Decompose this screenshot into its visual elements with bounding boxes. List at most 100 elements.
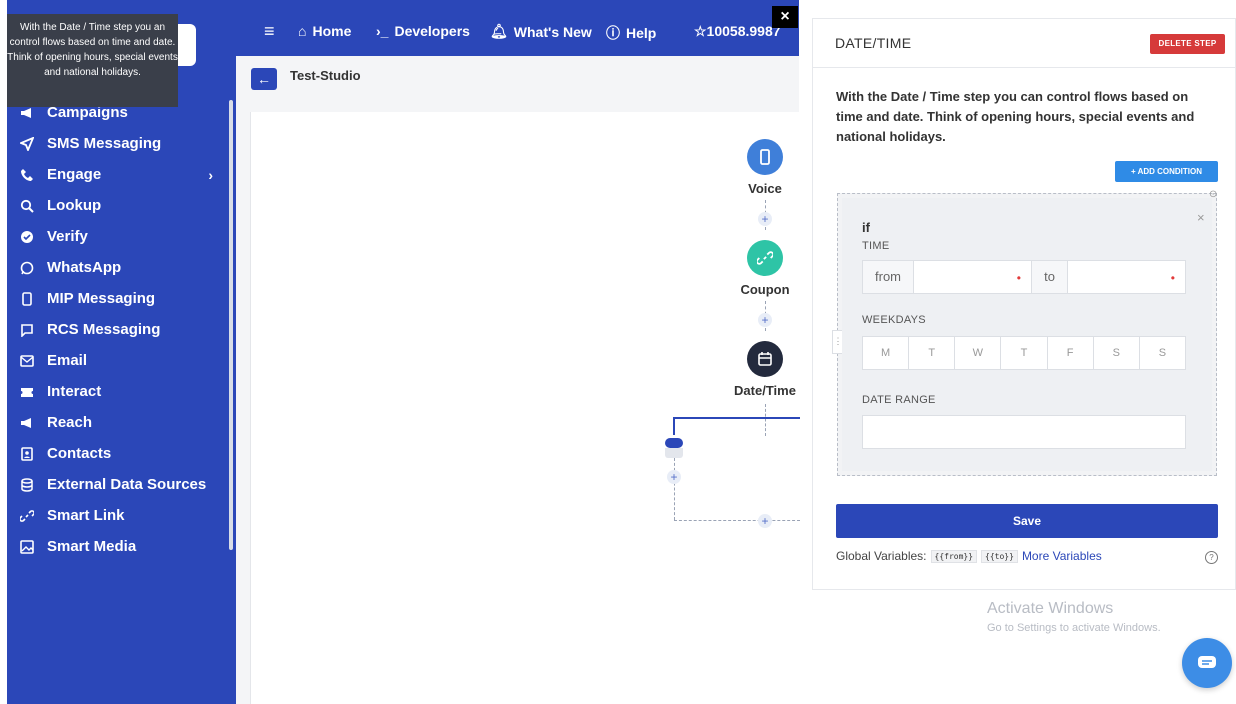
sidebar-item-lookup[interactable]: Lookup [7,190,227,221]
add-step-button[interactable]: + [758,514,772,528]
sidebar-item-reach[interactable]: Reach [7,407,227,438]
condition-if-label: if [862,220,870,235]
sidebar-item-interact[interactable]: Interact [7,376,227,407]
windows-activation-watermark: Activate Windows Go to Settings to activ… [987,600,1161,634]
weekday-toggle-fri[interactable]: F [1048,337,1094,369]
terminal-icon: ›_ [376,23,389,39]
breadcrumb: ← Test-Studio [236,56,799,108]
weekday-toggle-sat[interactable]: S [1094,337,1140,369]
variable-chip-to[interactable]: {{to}} [981,549,1018,563]
panel-description: With the Date / Time step you can contro… [836,89,1195,144]
sidebar-item-verify[interactable]: Verify [7,221,227,252]
mobile-icon [19,291,35,307]
nav-help[interactable]: ⓘ Help [606,23,656,43]
save-button[interactable]: Save [836,504,1218,538]
sidebar-item-sms-messaging[interactable]: SMS Messaging [7,128,227,159]
connector-line [674,520,800,521]
sidebar-scrollbar[interactable] [229,100,233,550]
time-label: TIME [862,240,890,252]
sidebar-item-smart-media[interactable]: Smart Media [7,531,227,562]
sidebar-item-label: WhatsApp [47,259,122,276]
hamburger-menu-icon[interactable]: ≡ [264,21,275,42]
chat-icon [1198,656,1216,668]
voice-node[interactable] [747,139,783,175]
panel-title: DATE/TIME [835,35,912,51]
chevron-right-icon: › [208,167,213,183]
nav-developers[interactable]: ›_ Developers [376,23,470,39]
weekday-toggle-wed[interactable]: W [955,337,1002,369]
nav-home[interactable]: ⌂ Home [298,23,351,39]
sidebar-nav: Campaigns SMS Messaging Engage › Lookup [7,97,227,562]
weekday-toggle-mon[interactable]: M [863,337,910,369]
panel-header: DATE/TIME DELETE STEP [813,19,1235,68]
branch-handle[interactable] [665,438,683,448]
sidebar-item-label: Reach [47,414,93,431]
sidebar-item-external-data-sources[interactable]: External Data Sources [7,469,227,500]
sidebar-item-email[interactable]: Email [7,345,227,376]
add-condition-button[interactable]: + ADD CONDITION [1115,161,1218,182]
database-icon [19,477,35,493]
sidebar-item-contacts[interactable]: Contacts [7,438,227,469]
step-tooltip: With the Date / Time step you an control… [7,14,178,107]
calendar-icon [758,352,772,366]
credit-balance[interactable]: ☆10058.9987 [694,23,781,40]
from-addon: from [862,260,914,294]
whatsapp-icon [19,260,35,276]
sidebar-item-label: MIP Messaging [47,290,156,307]
sidebar-item-whatsapp[interactable]: WhatsApp [7,252,227,283]
sidebar-item-label: Interact [47,383,102,400]
to-addon: to [1032,260,1068,294]
time-from-input[interactable]: • [914,260,1032,294]
coupon-node[interactable] [747,240,783,276]
home-icon: ⌂ [298,23,307,39]
more-variables-link[interactable]: More Variables [1022,549,1102,563]
ticket-icon [19,384,35,400]
chat-icon [19,322,35,338]
weekday-toggle-thu[interactable]: T [1001,337,1048,369]
sidebar-item-label: Lookup [47,197,102,214]
date-range-label: DATE RANGE [862,394,936,406]
back-button[interactable]: ← [251,68,277,90]
close-panel-button[interactable]: × [772,6,798,28]
help-icon[interactable]: ? [1205,551,1218,564]
sidebar-item-label: External Data Sources [47,476,207,493]
add-step-button[interactable]: + [758,212,772,226]
sidebar-item-label: SMS Messaging [47,135,162,152]
weekday-toggle-sun[interactable]: S [1140,337,1185,369]
datetime-settings-panel: DATE/TIME DELETE STEP With the Date / Ti… [812,18,1236,590]
top-navbar: ≡ ⌂ Home ›_ Developers 🔔︎ What's New ⓘ H… [236,0,799,56]
datetime-node[interactable] [747,341,783,377]
sidebar-item-engage[interactable]: Engage › [7,159,227,190]
sidebar-item-label: Contacts [47,445,112,462]
sidebar-item-label: RCS Messaging [47,321,161,338]
chat-launcher-button[interactable] [1182,638,1232,688]
page-title: Test-Studio [290,68,361,83]
sidebar-item-rcs-messaging[interactable]: RCS Messaging [7,314,227,345]
sidebar-item-mip-messaging[interactable]: MIP Messaging [7,283,227,314]
sidebar-item-label: Verify [47,228,88,245]
nav-whats-new-label: What's New [513,23,592,40]
global-variables: Global Variables: {{from}} {{to}} More V… [836,549,1102,563]
coupon-node-label: Coupon [740,282,790,297]
sidebar-item-label: Smart Media [47,538,137,555]
add-step-button[interactable]: + [667,470,681,484]
sidebar-item-smart-link[interactable]: Smart Link [7,500,227,531]
connector-line [674,458,675,520]
time-to-input[interactable]: • [1068,260,1186,294]
flow-canvas[interactable]: Voice + Coupon + Date/Time + + [250,112,800,704]
weekday-selector: M T W T F S S [862,336,1186,370]
weekday-toggle-tue[interactable]: T [909,337,956,369]
nav-whats-new[interactable]: 🔔︎ What's New [490,23,592,40]
remove-condition-icon[interactable]: × [1197,210,1205,225]
connector-line [765,404,766,436]
bell-icon: 🔔︎ [490,23,508,39]
delete-step-button[interactable]: DELETE STEP [1150,34,1225,54]
voice-node-label: Voice [748,181,782,196]
date-range-input[interactable] [862,415,1186,449]
add-step-button[interactable]: + [758,313,772,327]
branch-line [673,417,675,435]
logo [178,24,196,66]
branch-handle-base [665,448,683,458]
send-icon [19,136,35,152]
variable-chip-from[interactable]: {{from}} [930,549,978,563]
